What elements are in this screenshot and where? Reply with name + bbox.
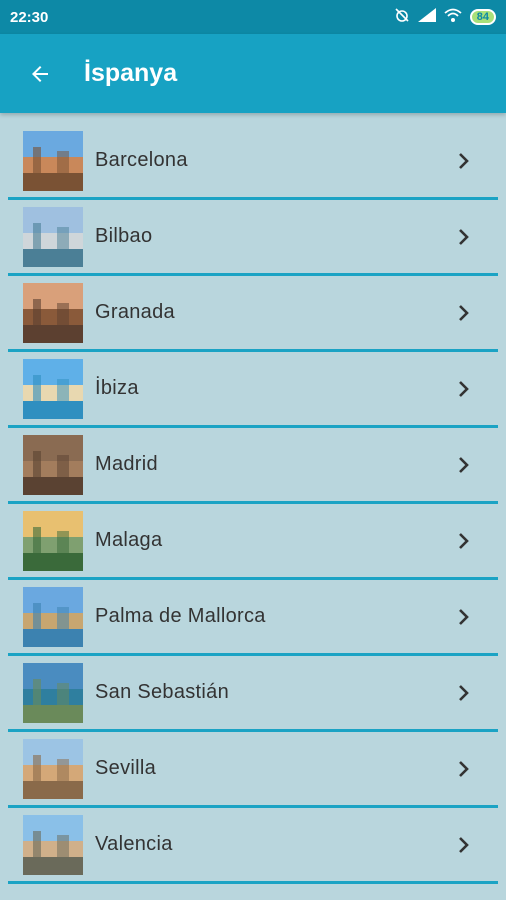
- city-name: Malaga: [95, 529, 163, 551]
- ibiza-thumbnail: [23, 358, 83, 419]
- chevron-right-icon: [454, 835, 474, 855]
- chevron-right-icon: [454, 227, 474, 247]
- granada-thumbnail: [23, 282, 83, 343]
- list-item[interactable]: Sevilla: [8, 732, 498, 808]
- list-item[interactable]: Madrid: [8, 428, 498, 504]
- chevron-right-icon: [454, 683, 474, 703]
- arrow-left-icon: [32, 65, 48, 82]
- back-button[interactable]: [26, 60, 54, 88]
- chevron-right-icon: [454, 379, 474, 399]
- city-name: İbiza: [95, 377, 139, 399]
- city-name: Bilbao: [95, 225, 153, 247]
- city-name: Granada: [95, 301, 175, 323]
- city-list: Barcelona Bilbao Granada İbiza Madrid Malaga P…: [0, 124, 506, 884]
- chevron-right-icon: [454, 455, 474, 475]
- list-item[interactable]: Barcelona: [8, 124, 498, 200]
- list-item[interactable]: İbiza: [8, 352, 498, 428]
- city-name: Barcelona: [95, 149, 188, 171]
- page-title: İspanya: [84, 59, 178, 87]
- barcelona-thumbnail: [23, 130, 83, 191]
- chevron-right-icon: [454, 607, 474, 627]
- city-name: San Sebastián: [95, 681, 229, 703]
- city-name: Valencia: [95, 833, 173, 855]
- signal-icon: [417, 8, 436, 26]
- wifi-icon: [444, 8, 462, 26]
- status-icons: 84: [394, 7, 496, 27]
- bilbao-thumbnail: [23, 206, 83, 267]
- palma-thumbnail: [23, 586, 83, 647]
- madrid-thumbnail: [23, 434, 83, 495]
- city-name: Palma de Mallorca: [95, 605, 266, 627]
- city-name: Sevilla: [95, 757, 157, 779]
- chevron-right-icon: [454, 303, 474, 323]
- battery-indicator: 84: [469, 9, 496, 25]
- list-item[interactable]: Palma de Mallorca: [8, 580, 498, 656]
- malaga-thumbnail: [23, 510, 83, 571]
- chevron-right-icon: [454, 759, 474, 779]
- list-item[interactable]: Valencia: [8, 808, 498, 884]
- chevron-right-icon: [454, 531, 474, 551]
- list-item[interactable]: Malaga: [8, 504, 498, 580]
- list-item[interactable]: Granada: [8, 276, 498, 352]
- list-item[interactable]: Bilbao: [8, 200, 498, 276]
- city-name: Madrid: [95, 453, 158, 475]
- list-item[interactable]: San Sebastián: [8, 656, 498, 732]
- sevilla-thumbnail: [23, 738, 83, 799]
- san-sebastian-thumbnail: [23, 662, 83, 723]
- chevron-right-icon: [454, 151, 474, 171]
- alarm-off-icon: [394, 7, 410, 27]
- status-time: 22:30: [10, 8, 49, 26]
- app-bar: İspanya: [0, 34, 506, 113]
- valencia-thumbnail: [23, 814, 83, 875]
- status-bar: 22:30 84: [0, 0, 506, 34]
